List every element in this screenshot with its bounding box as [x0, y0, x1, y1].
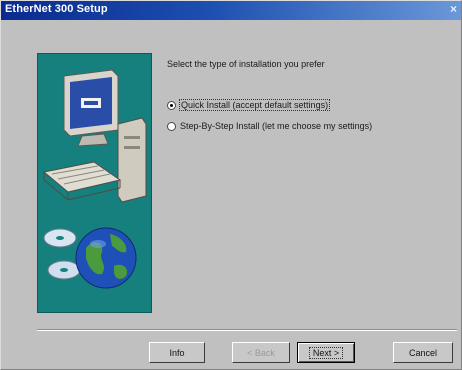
info-button-label: Info — [169, 347, 185, 358]
cd-disc-icon — [43, 228, 81, 280]
setup-dialog: EtherNet 300 Setup × Select the type of … — [0, 0, 462, 370]
instruction-text: Select the type of installation you pref… — [167, 59, 325, 69]
option-quick-install[interactable]: Quick Install (accept default settings) — [167, 98, 331, 112]
info-button[interactable]: Info — [149, 342, 205, 363]
setup-illustration-panel — [37, 53, 152, 313]
cancel-button[interactable]: Cancel — [393, 342, 453, 363]
radio-step-by-step-install[interactable] — [167, 121, 176, 131]
cancel-button-label: Cancel — [408, 347, 437, 358]
setup-illustration — [42, 69, 147, 289]
option-quick-install-label: Quick Install (accept default settings) — [178, 99, 331, 111]
globe-icon — [75, 227, 137, 289]
computer-icon — [42, 69, 147, 203]
next-button-label: Next > — [308, 346, 344, 359]
option-step-by-step-label: Step-By-Step Install (let me choose my s… — [180, 121, 373, 131]
title-bar[interactable]: EtherNet 300 Setup × — [1, 1, 461, 20]
back-button-label: < Back — [247, 347, 275, 358]
separator-line — [37, 329, 457, 331]
back-button[interactable]: < Back — [232, 342, 290, 363]
close-icon[interactable]: × — [450, 2, 457, 16]
next-button[interactable]: Next > — [297, 342, 355, 363]
radio-quick-install[interactable] — [167, 100, 176, 110]
option-step-by-step-install[interactable]: Step-By-Step Install (let me choose my s… — [167, 119, 372, 133]
window-title: EtherNet 300 Setup — [5, 3, 108, 15]
